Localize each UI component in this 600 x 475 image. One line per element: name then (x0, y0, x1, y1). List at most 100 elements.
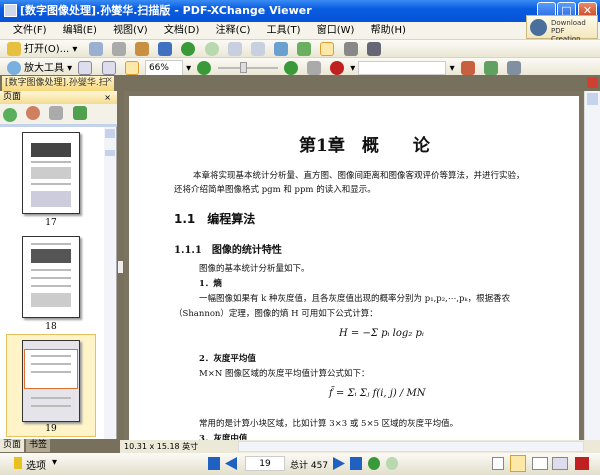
page-size: 10.31 x 15.18 英寸 (124, 442, 199, 451)
redo-icon[interactable] (250, 42, 265, 56)
menu-comment[interactable]: 注释(C) (216, 22, 251, 40)
total-pages: 总计 457 (290, 461, 329, 471)
section-heading: 1.1 编程算法 (174, 212, 256, 226)
pdf-icon[interactable] (575, 457, 589, 470)
continuous-facing-icon[interactable] (552, 457, 568, 470)
vertical-scrollbar[interactable] (584, 91, 600, 440)
menu-view[interactable]: 视图(V) (113, 22, 148, 40)
thumb-zoom-out-icon[interactable] (26, 106, 41, 120)
options-button[interactable]: 选项 (26, 457, 46, 472)
mean-formula: f̄ = Σᵢ Σⱼ f(i, j) / MN (329, 388, 426, 399)
menu-document[interactable]: 文档(D) (164, 22, 200, 40)
paragraph: 一幅图像如果有 k 种灰度值，且各灰度值出现的概率分别为 p₁,p₂,⋯,pₖ，… (199, 294, 511, 304)
email-icon[interactable] (134, 42, 149, 56)
paragraph: 常用的是计算小块区域，比如计算 3×3 或 5×5 区域的灰度平均值。 (199, 419, 459, 429)
hand-tool-icon[interactable] (320, 42, 335, 56)
search-input[interactable] (358, 61, 447, 75)
pdf-page: 第1章 概 论 本章将实现基本统计分析量、直方图、图像间距离和图像客观评价等算法… (129, 96, 579, 440)
open-button[interactable]: 打开(O)... (24, 44, 69, 55)
menu-tools[interactable]: 工具(T) (267, 22, 301, 40)
thumbnail-page-18[interactable] (22, 236, 80, 318)
paragraph: 图像的基本统计分析量如下。 (199, 264, 310, 274)
first-page-button[interactable] (208, 457, 220, 470)
document-tab[interactable]: [数字图像处理].孙燮华.扫描版 (2, 76, 114, 103)
zoom-slider[interactable] (217, 62, 278, 73)
zoom-slider-thumb[interactable] (239, 62, 247, 73)
previous-page-button[interactable] (225, 457, 237, 470)
thumbnail-page-19[interactable] (22, 340, 80, 422)
thumbnail-scrollbar[interactable] (104, 127, 116, 439)
tab-bookmarks[interactable]: 书签 (26, 439, 51, 452)
thumbnail-page-17[interactable] (22, 132, 80, 214)
thumb-print-icon[interactable] (49, 106, 64, 120)
horizontal-scrollbar[interactable] (238, 441, 584, 452)
panel-close-button[interactable]: × (104, 91, 111, 104)
typewriter-icon[interactable] (484, 61, 499, 75)
zoom-tool-icon (7, 61, 21, 75)
tab-close-button[interactable]: × (106, 75, 113, 84)
paragraph: （Shannon）定理，图像的熵 H 可用如下公式计算： (174, 309, 378, 319)
snapshot-icon[interactable] (343, 42, 358, 56)
stamp-icon[interactable] (460, 61, 475, 75)
panel-tabs: 页面 书签 (0, 439, 120, 453)
thumbnail-label: 17 (45, 218, 57, 228)
pages-panel: 页面 × 17 18 19 (0, 91, 117, 439)
download-line1: Download PDF (551, 19, 586, 35)
binoculars-icon[interactable] (306, 61, 321, 75)
rotate-left-icon[interactable] (274, 42, 289, 56)
single-page-icon[interactable] (492, 457, 504, 470)
zoom-out-icon[interactable] (197, 61, 212, 75)
scroll-thumb[interactable] (105, 150, 115, 156)
item-heading: 1．熵 (199, 279, 222, 289)
select-text-icon[interactable] (366, 42, 381, 56)
fit-page-icon[interactable] (101, 61, 116, 75)
zoom-toolbar: 放大工具 ▾ 66% ▾ ▾ ▾ (0, 58, 600, 76)
download-pdf-tools-button[interactable]: Download PDF Creation Tools (526, 15, 598, 51)
save-icon[interactable] (88, 42, 103, 56)
print-icon[interactable] (111, 42, 126, 56)
zoom-tool-button[interactable]: 放大工具 (24, 63, 64, 74)
thumbnail-label: 19 (45, 424, 57, 434)
menu-bar: 文件(F) 编辑(E) 视图(V) 文档(D) 注释(C) 工具(T) 窗口(W… (0, 22, 600, 40)
rotate-right-icon[interactable] (297, 42, 312, 56)
title-bar: [数字图像处理].孙燮华.扫描版 - PDF-XChange Viewer (0, 0, 600, 22)
continuous-icon[interactable] (510, 455, 526, 472)
facing-icon[interactable] (532, 457, 548, 470)
options-flag-icon (14, 457, 22, 469)
close-all-tabs-button[interactable] (587, 77, 598, 88)
last-page-button[interactable] (350, 457, 362, 470)
scroll-up-button[interactable] (587, 93, 598, 105)
panel-splitter[interactable] (117, 91, 124, 440)
globe-cursor-icon (530, 19, 547, 36)
page-number-input[interactable]: 19 (245, 456, 285, 471)
undo-icon[interactable] (227, 42, 242, 56)
main-toolbar: 打开(O)... ▾ (0, 40, 600, 58)
tab-pages[interactable]: 页面 (0, 439, 25, 452)
document-tab-strip: [数字图像处理].孙燮华.扫描版 × (0, 75, 600, 103)
actual-size-icon[interactable] (78, 61, 93, 75)
scroll-up-button[interactable] (105, 129, 115, 138)
open-folder-icon (7, 42, 21, 56)
thumb-options-icon[interactable] (72, 106, 87, 120)
zoom-in-icon[interactable] (283, 61, 298, 75)
comment-icon[interactable] (330, 61, 345, 75)
menu-window[interactable]: 窗口(W) (317, 22, 355, 40)
forward-view-button[interactable] (386, 457, 398, 470)
markup-icon[interactable] (507, 61, 522, 75)
zoom-level-input[interactable]: 66% (144, 60, 183, 76)
panel-toolbar (0, 104, 117, 127)
back-icon[interactable] (181, 42, 196, 56)
menu-help[interactable]: 帮助(H) (371, 22, 406, 40)
forward-icon[interactable] (204, 42, 219, 56)
document-view[interactable]: 第1章 概 论 本章将实现基本统计分析量、直方图、图像间距离和图像客观评价等算法… (124, 91, 584, 440)
window-title: [数字图像处理].孙燮华.扫描版 - PDF-XChange Viewer (20, 4, 312, 17)
menu-edit[interactable]: 编辑(E) (63, 22, 97, 40)
scan-icon[interactable] (158, 42, 173, 56)
thumb-zoom-in-icon[interactable] (3, 108, 17, 122)
menu-file[interactable]: 文件(F) (13, 22, 47, 40)
entropy-formula: H = −Σ pᵢ log₂ pᵢ (339, 328, 424, 339)
back-view-button[interactable] (368, 457, 380, 470)
next-page-button[interactable] (333, 457, 345, 470)
app-icon (4, 4, 17, 17)
fit-width-icon[interactable] (124, 61, 139, 75)
